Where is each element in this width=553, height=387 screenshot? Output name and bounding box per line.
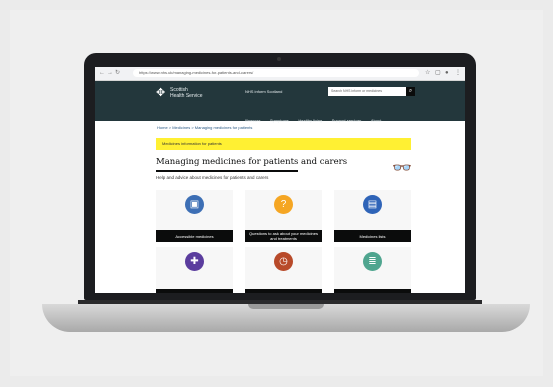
pill-icon: ✚ xyxy=(185,252,204,271)
document-icon: ≣ xyxy=(363,252,382,271)
card-row2-3[interactable]: ≣ xyxy=(334,247,411,293)
laptop-base xyxy=(42,304,530,332)
card-row2-2[interactable]: ◷ xyxy=(245,247,322,293)
main-navigation: Illnesses Symptoms Healthy living Suppor… xyxy=(245,109,386,127)
card-label: Medicines lists xyxy=(334,230,411,242)
search-icon: ⌕ xyxy=(408,88,413,94)
star-icon[interactable]: ☆ xyxy=(425,70,430,76)
card-label xyxy=(245,289,322,293)
card-label: Accessible medicines xyxy=(156,230,233,242)
laptop-screen: ← → ↻ https://www.nhs.uk/managing-medici… xyxy=(95,67,465,293)
nav-item-symptoms[interactable]: Symptoms xyxy=(270,118,289,123)
browser-toolbar: ← → ↻ https://www.nhs.uk/managing-medici… xyxy=(95,67,465,81)
menu-icon[interactable]: ⋮ xyxy=(455,70,461,76)
card-row2-1[interactable]: ✚ xyxy=(156,247,233,293)
crest-icon: ✥ xyxy=(156,87,166,99)
clipboard-icon: ▤ xyxy=(363,195,382,214)
profile-icon[interactable]: ● xyxy=(445,70,450,76)
extensions-icon[interactable]: ▢ xyxy=(435,70,441,76)
card-label xyxy=(334,289,411,293)
breadcrumb[interactable]: Home > Medicines > Managing medicines fo… xyxy=(157,125,252,130)
page-subtitle: Help and advice about medicines for pati… xyxy=(156,175,269,180)
address-bar[interactable]: https://www.nhs.uk/managing-medicines-fo… xyxy=(133,69,419,77)
laptop-lid: ← → ↻ https://www.nhs.uk/managing-medici… xyxy=(84,53,476,300)
logo-line-2: Health Service xyxy=(170,93,203,99)
nav-item-illnesses[interactable]: Illnesses xyxy=(245,118,261,123)
forward-button[interactable]: → xyxy=(107,70,113,76)
title-underline xyxy=(156,170,298,172)
search-input[interactable]: Search NHS inform or medicines xyxy=(328,87,407,96)
alarm-icon: ◷ xyxy=(274,252,293,271)
card-accessible-medicines[interactable]: ▣ Accessible medicines xyxy=(156,190,233,242)
search-button[interactable]: ⌕ xyxy=(406,87,415,96)
webcam xyxy=(277,57,281,61)
trackpad-notch xyxy=(248,304,324,309)
question-icon: ? xyxy=(274,195,293,214)
site-logo[interactable]: Scottish Health Service xyxy=(170,87,230,99)
glasses-icon: 👓 xyxy=(392,160,412,177)
notice-banner: Medicines information for patients xyxy=(156,138,411,150)
page-title: Managing medicines for patients and care… xyxy=(156,157,348,167)
card-label: Questions to ask about your medicines an… xyxy=(245,230,322,242)
reload-button[interactable]: ↻ xyxy=(115,70,120,76)
nav-item-about[interactable]: About xyxy=(371,118,381,123)
card-label xyxy=(156,289,233,293)
banner-text[interactable]: Medicines information for patients xyxy=(162,141,222,146)
medicine-box-icon: ▣ xyxy=(185,195,204,214)
site-header: ✥ Scottish Health Service NHS inform Sco… xyxy=(95,81,465,123)
back-button[interactable]: ← xyxy=(99,70,105,76)
header-link[interactable]: NHS inform Scotland xyxy=(245,89,282,94)
nav-item-healthy-living[interactable]: Healthy living xyxy=(298,118,322,123)
nav-item-support-services[interactable]: Support services xyxy=(332,118,362,123)
card-questions[interactable]: ? Questions to ask about your medicines … xyxy=(245,190,322,242)
card-medicines-lists[interactable]: ▤ Medicines lists xyxy=(334,190,411,242)
